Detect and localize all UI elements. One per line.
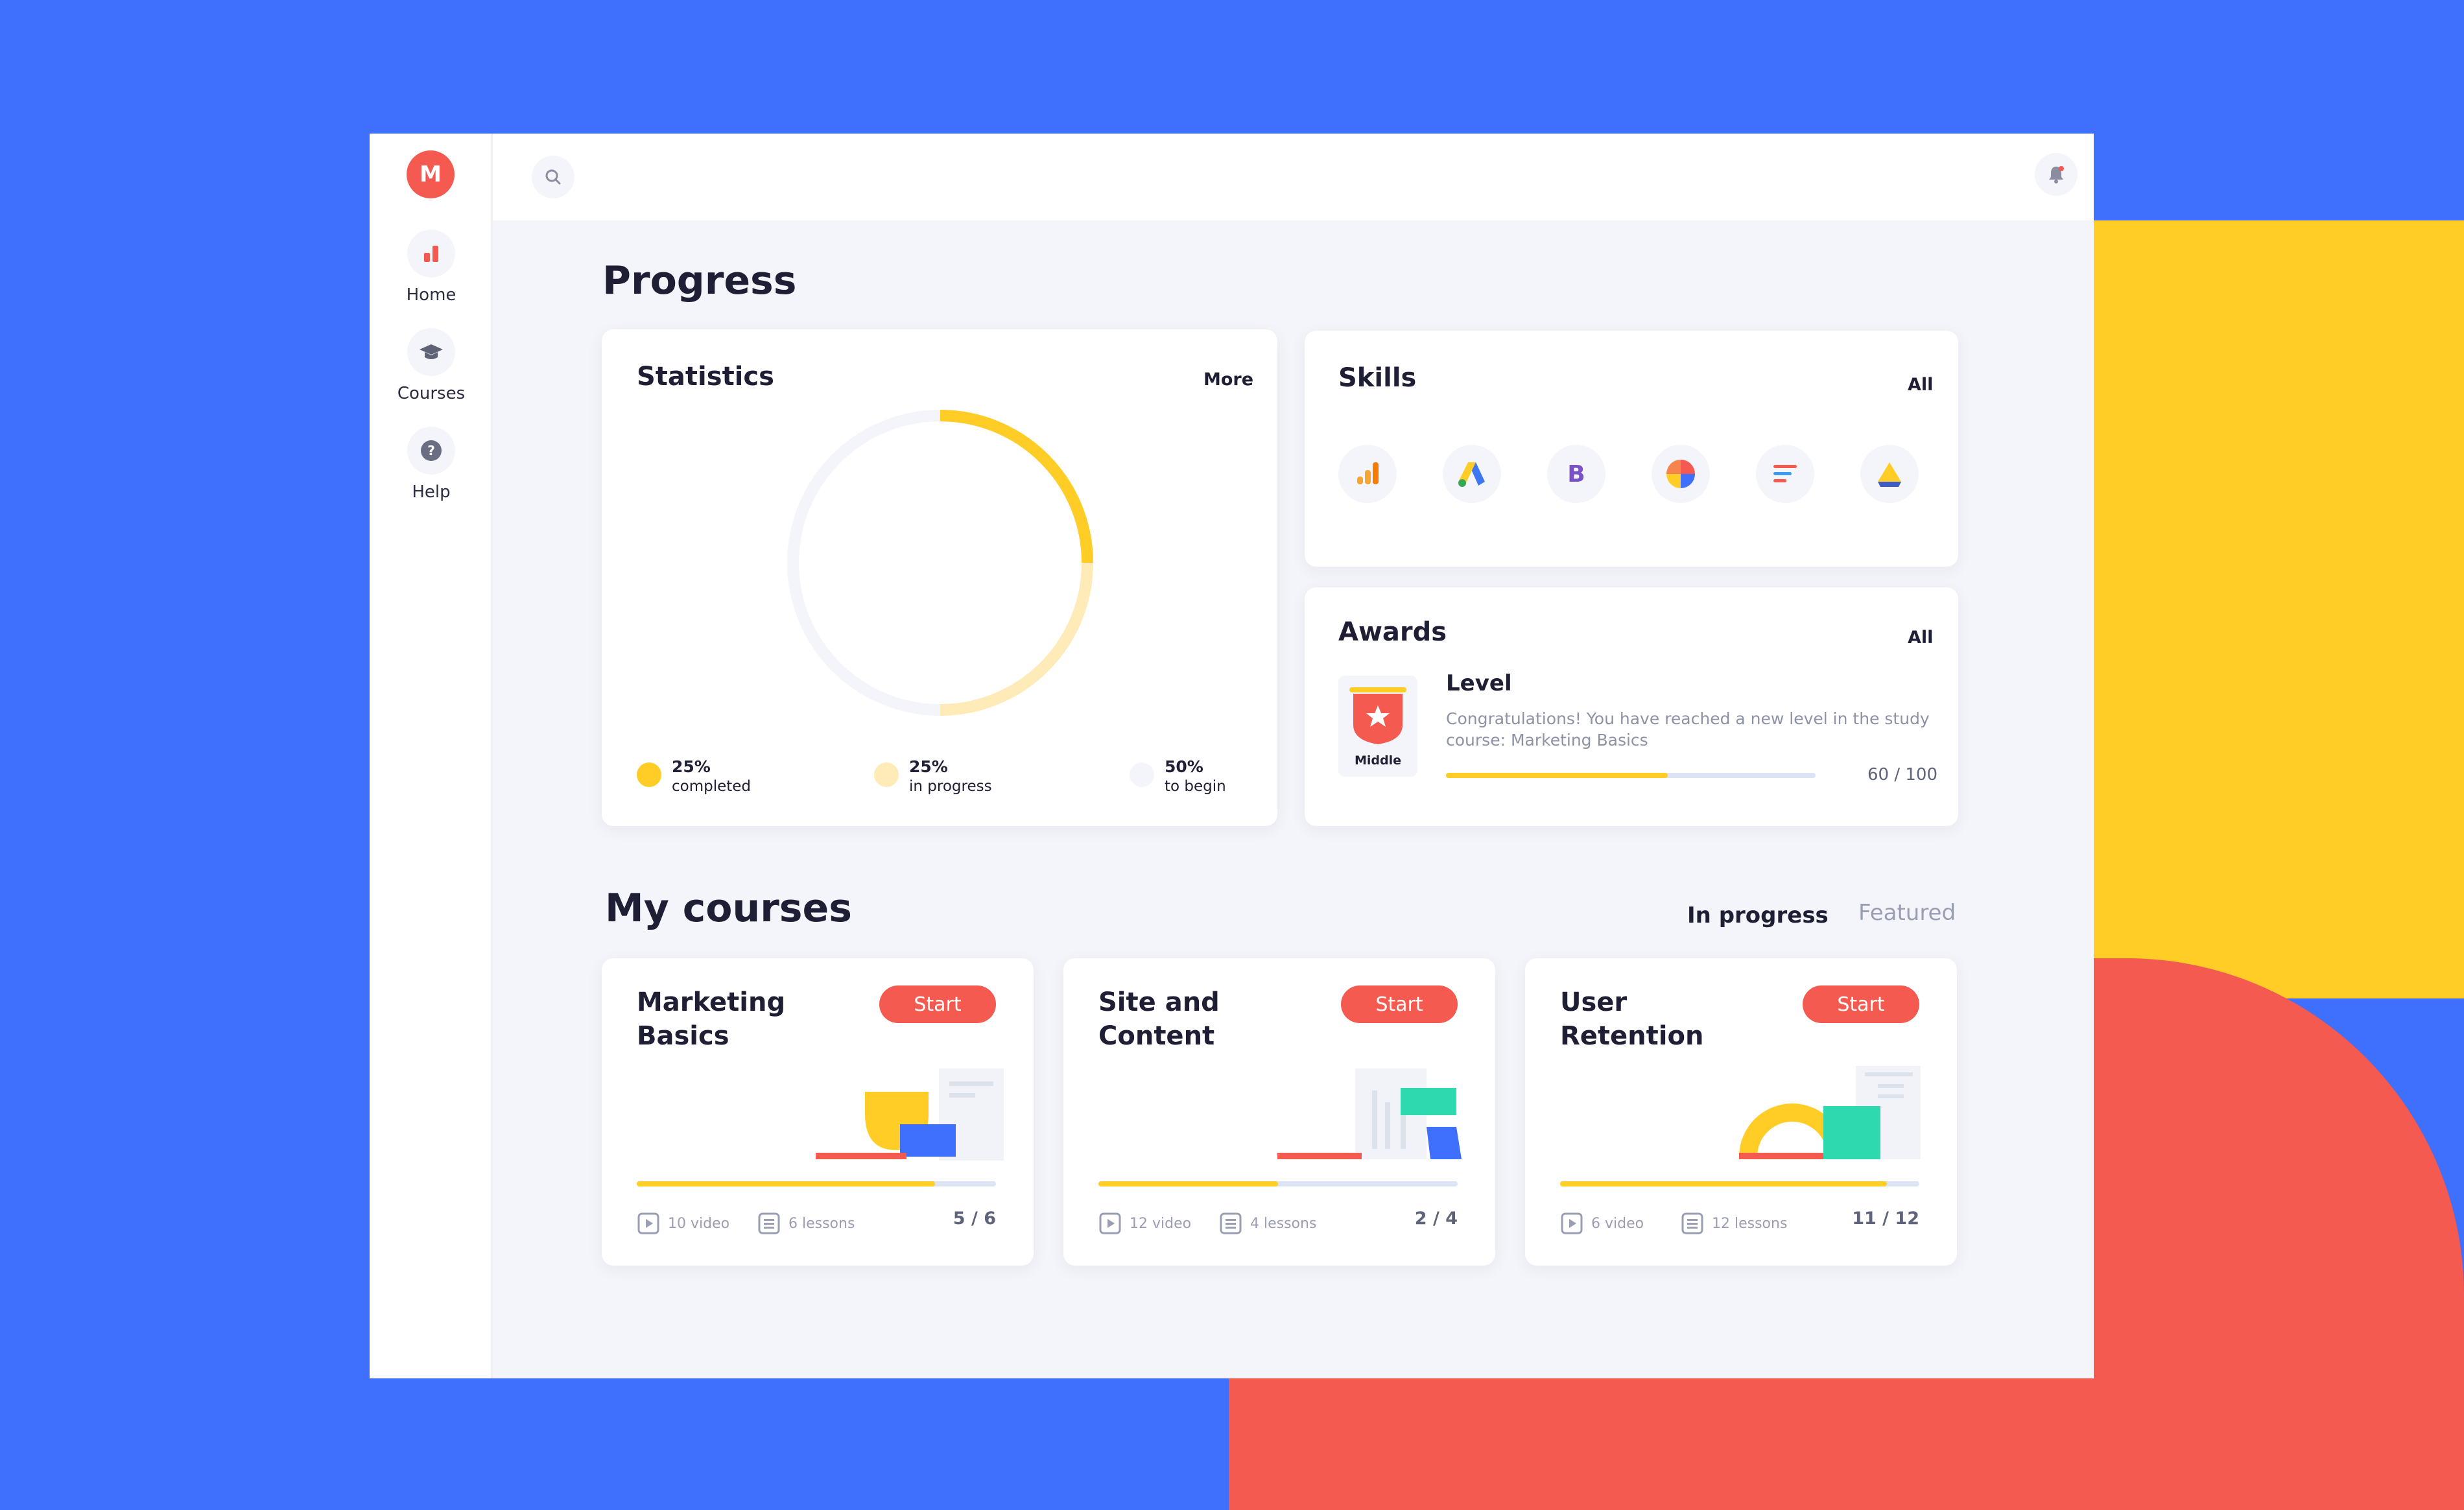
tab-featured[interactable]: Featured — [1858, 900, 1956, 926]
legend-swatch — [1130, 762, 1154, 787]
app-logo[interactable]: M — [407, 150, 455, 198]
svg-text:?: ? — [427, 443, 435, 458]
lessons-icon — [1681, 1212, 1703, 1234]
course-card-user-retention[interactable]: User Retention Start 6 video 12 lessons … — [1525, 958, 1957, 1266]
top-bar — [493, 134, 2094, 220]
notifications-button[interactable] — [2035, 153, 2078, 196]
lessons-icon — [758, 1212, 780, 1234]
legend-label: in progress — [909, 778, 992, 795]
course-illustration — [816, 1068, 1004, 1161]
play-icon — [1561, 1212, 1583, 1234]
awards-title: Awards — [1338, 617, 1447, 647]
award-progress-fill — [1446, 773, 1668, 778]
award-progress-bar — [1446, 773, 1816, 778]
play-icon — [637, 1212, 659, 1234]
course-card-marketing-basics[interactable]: Marketing Basics Start 10 video 6 lesson… — [602, 958, 1034, 1266]
svg-text:B: B — [1567, 461, 1585, 488]
award-badge[interactable]: Middle — [1338, 676, 1417, 777]
course-progress-fill — [1098, 1181, 1278, 1186]
awards-all-link[interactable]: All — [1908, 628, 1933, 648]
statistics-title: Statistics — [637, 362, 774, 392]
course-progress-count: 11 / 12 — [1852, 1209, 1919, 1229]
course-video-count: 6 video — [1560, 1212, 1644, 1235]
bell-icon — [2049, 166, 2064, 183]
start-button[interactable]: Start — [1341, 985, 1458, 1023]
statistics-card: Statistics More 25% completed 25% in pro… — [602, 329, 1277, 826]
sidebar-item-label: Help — [412, 482, 451, 502]
awards-card: Awards All Middle Level Congratulations!… — [1305, 587, 1958, 826]
legend-item-in-progress: 25% in progress — [874, 757, 992, 796]
course-illustration — [1277, 1068, 1462, 1159]
sidebar-item-label: Courses — [397, 384, 466, 403]
google-analytics-icon[interactable] — [1338, 445, 1397, 503]
course-lesson-count: 12 lessons — [1681, 1212, 1787, 1235]
course-progress-bar — [1098, 1181, 1458, 1186]
course-lessons: 12 lessons — [1712, 1215, 1788, 1232]
award-score: 60 / 100 — [1867, 765, 1937, 784]
sidebar-item-courses[interactable]: Courses — [370, 328, 493, 403]
legend-percentage: 25% — [672, 757, 711, 776]
statistics-donut-chart — [787, 410, 1093, 716]
skills-title: Skills — [1338, 363, 1417, 393]
course-illustration — [1739, 1066, 1921, 1159]
course-title: Marketing Basics — [637, 987, 786, 1051]
play-icon — [1099, 1212, 1121, 1234]
sidebar-item-home[interactable]: Home — [370, 230, 493, 305]
legend-swatch — [637, 762, 661, 787]
pie-chart-icon[interactable] — [1652, 445, 1710, 503]
course-progress-fill — [1560, 1181, 1888, 1186]
course-videos: 6 video — [1591, 1215, 1644, 1232]
legend-swatch — [874, 762, 899, 787]
legend-item-completed: 25% completed — [637, 757, 751, 796]
course-progress-count: 2 / 4 — [1414, 1209, 1458, 1229]
skills-card: Skills All B — [1305, 331, 1958, 567]
tab-in-progress[interactable]: In progress — [1687, 902, 1829, 928]
award-level-title: Level — [1446, 670, 1512, 696]
page-title: Progress — [602, 258, 797, 303]
star-badge-icon — [1349, 687, 1406, 744]
course-video-count: 12 video — [1098, 1212, 1191, 1235]
google-drive-icon[interactable] — [1860, 445, 1919, 503]
course-lessons: 6 lessons — [788, 1215, 855, 1232]
sidebar-item-help[interactable]: ? Help — [370, 427, 493, 502]
course-videos: 10 video — [668, 1215, 730, 1232]
start-button[interactable]: Start — [879, 985, 996, 1023]
course-progress-count: 5 / 6 — [953, 1209, 996, 1229]
legend-percentage: 25% — [909, 757, 948, 776]
course-video-count: 10 video — [637, 1212, 729, 1235]
graduation-cap-icon — [407, 328, 455, 376]
course-title: User Retention — [1560, 987, 1704, 1051]
google-ads-icon[interactable] — [1443, 445, 1501, 503]
courses-section-title: My courses — [605, 886, 852, 931]
award-badge-label: Middle — [1354, 753, 1402, 768]
background-yellow-shape — [2093, 220, 2464, 998]
question-icon: ? — [407, 427, 455, 475]
legend-label: completed — [672, 778, 752, 795]
search-button[interactable] — [532, 156, 575, 198]
course-title: Site and Content — [1098, 987, 1220, 1051]
legend-item-to-begin: 50% to begin — [1130, 757, 1226, 796]
statistics-more-link[interactable]: More — [1203, 370, 1253, 390]
course-progress-bar — [637, 1181, 996, 1186]
course-card-site-and-content[interactable]: Site and Content Start 12 video 4 lesson… — [1063, 958, 1495, 1266]
course-progress-fill — [637, 1181, 935, 1186]
course-lessons: 4 lessons — [1250, 1215, 1317, 1232]
start-button[interactable]: Start — [1803, 985, 1919, 1023]
app-window: M Home Courses ? Help Progress Statistic… — [370, 134, 2094, 1378]
legend-label: to begin — [1165, 778, 1226, 795]
course-videos: 12 video — [1130, 1215, 1192, 1232]
course-lesson-count: 4 lessons — [1219, 1212, 1316, 1235]
lessons-icon — [1220, 1212, 1242, 1234]
sidebar: M Home Courses ? Help — [370, 134, 493, 1378]
bar-chart-icon — [407, 230, 455, 277]
legend-percentage: 50% — [1165, 757, 1203, 776]
skills-all-link[interactable]: All — [1908, 375, 1933, 395]
google-tag-manager-icon[interactable] — [1756, 445, 1814, 503]
course-lesson-count: 6 lessons — [757, 1212, 855, 1235]
award-description: Congratulations! You have reached a new … — [1446, 709, 1930, 749]
bootstrap-icon[interactable]: B — [1547, 445, 1605, 503]
course-progress-bar — [1560, 1181, 1919, 1186]
search-icon — [545, 169, 561, 185]
sidebar-item-label: Home — [406, 285, 456, 305]
